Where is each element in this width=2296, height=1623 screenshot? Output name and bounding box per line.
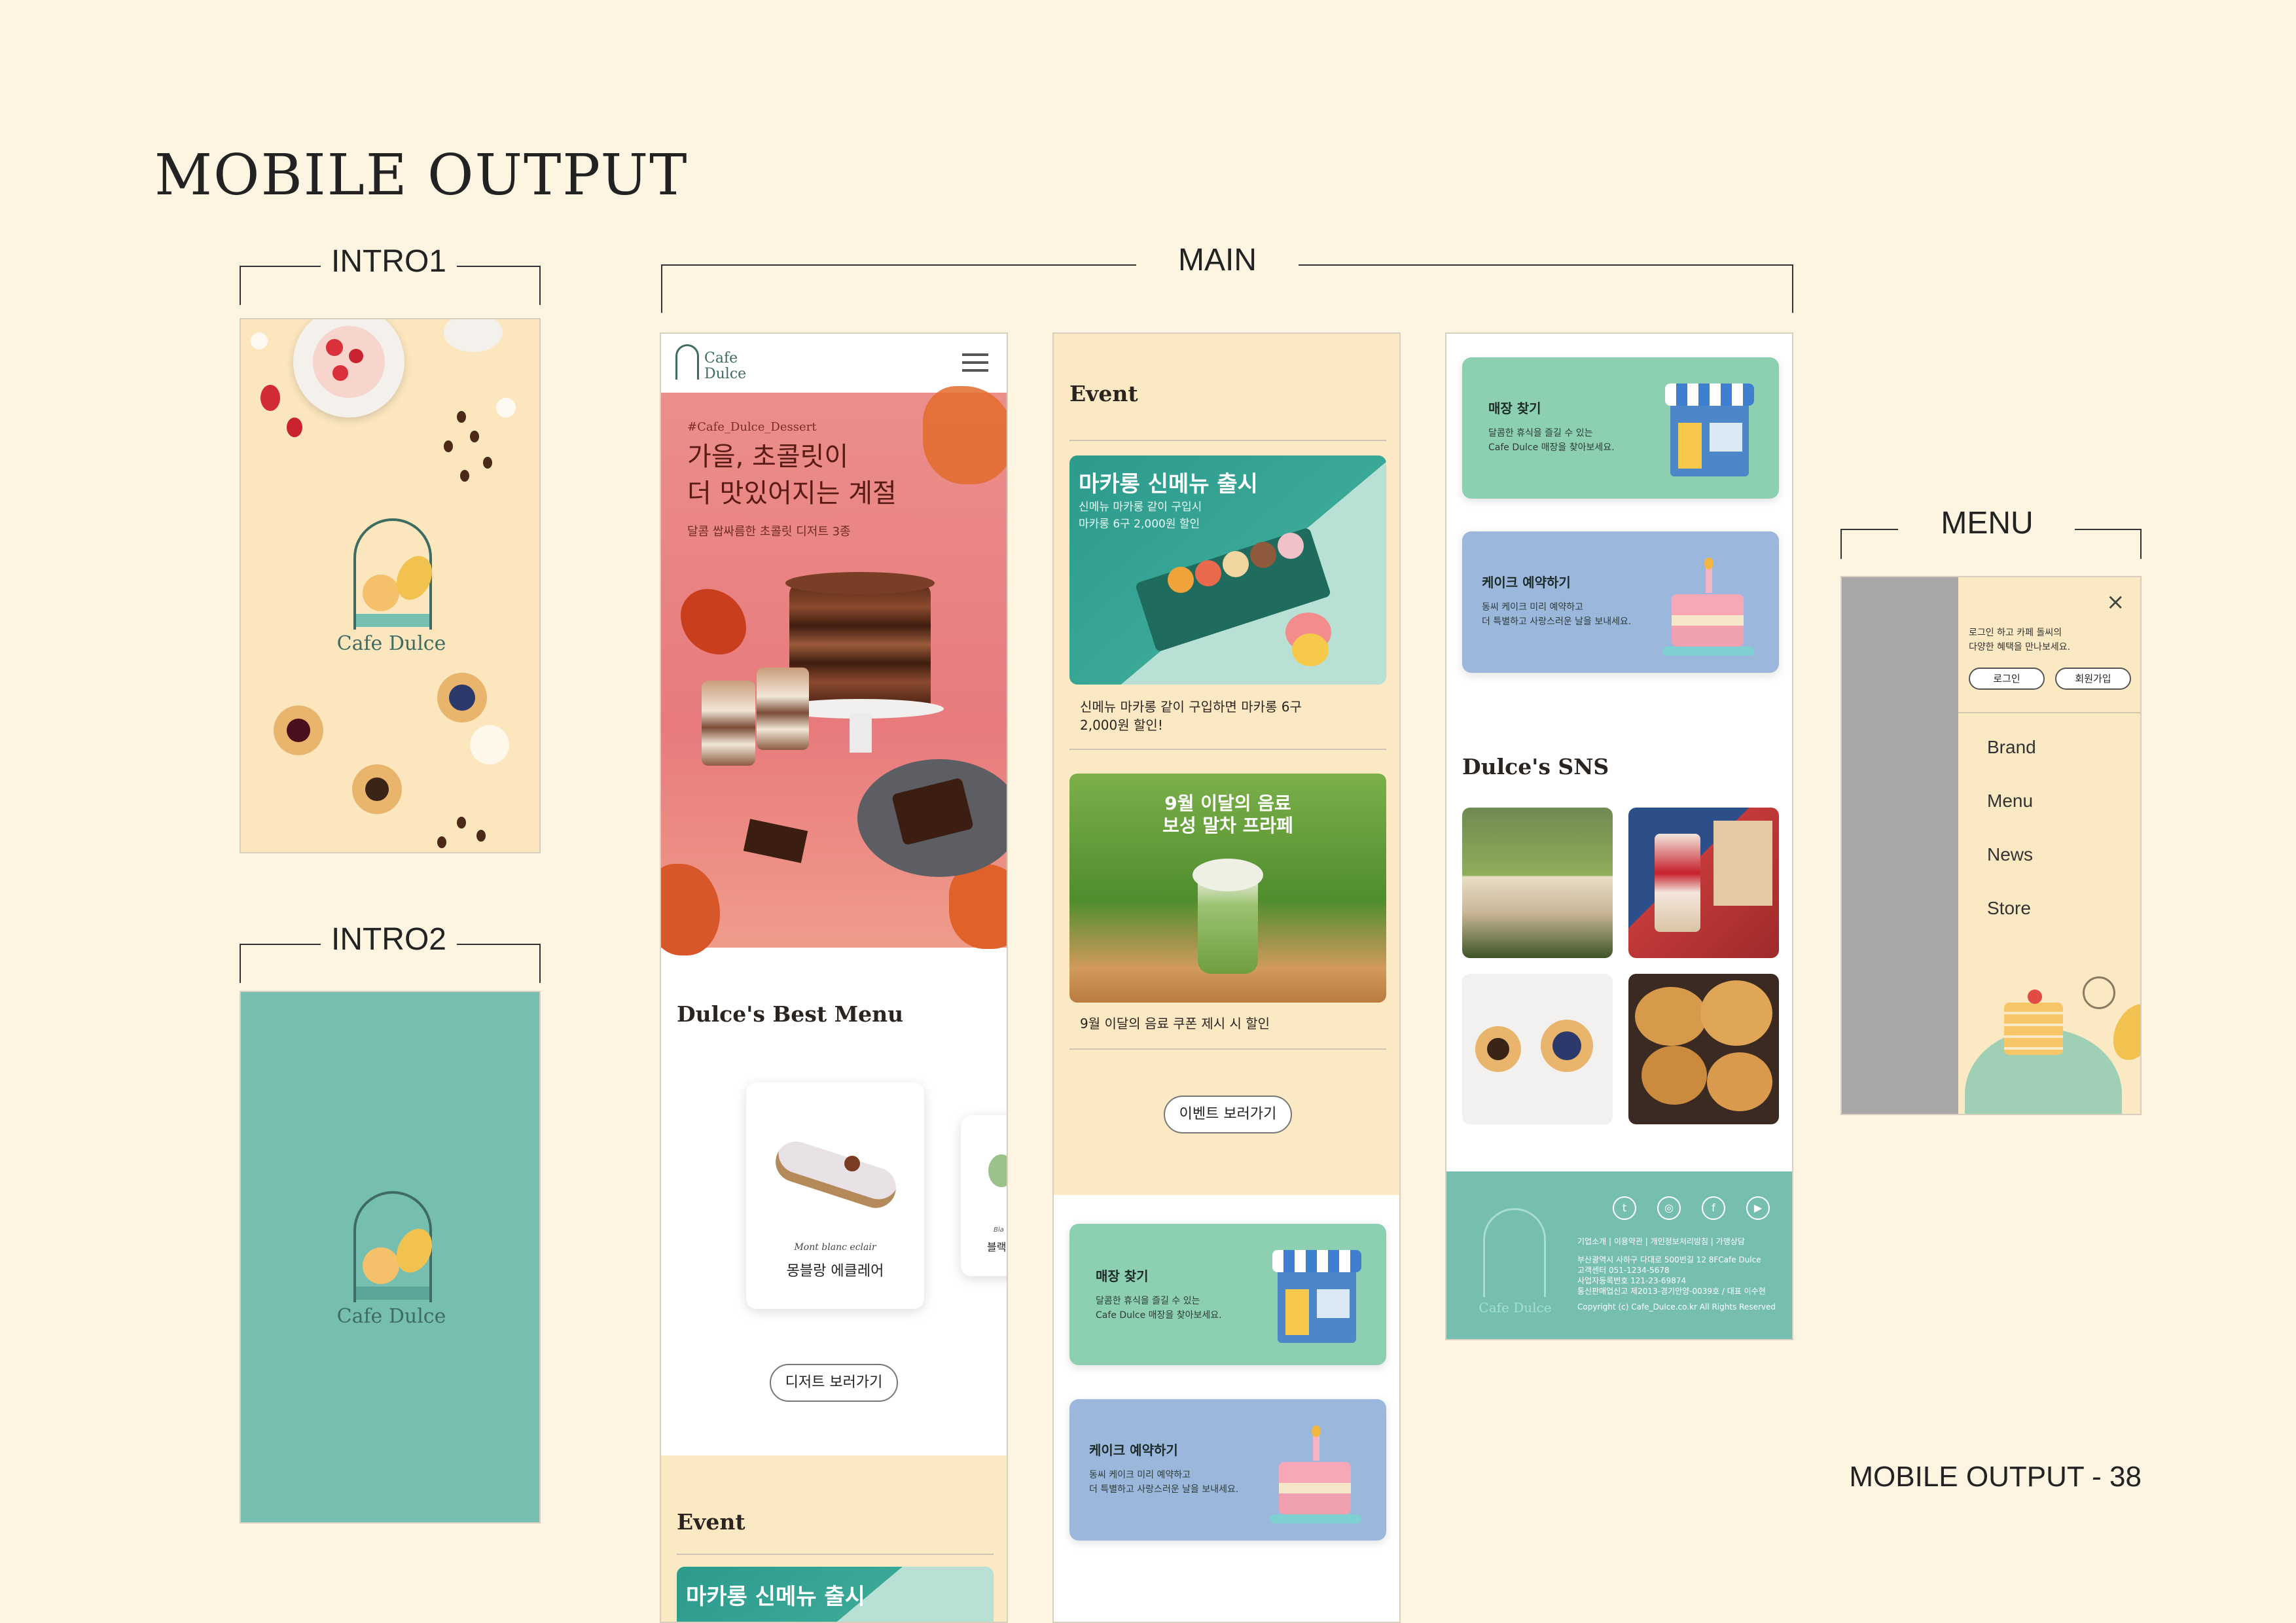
macaron-event-card[interactable]: 마카롱 신메뉴 출시 신메뉴 마카롱 같이 구입시 마카롱 6구 2,000원 … bbox=[1069, 455, 1386, 685]
menu-item-ko: 몽블랑 에클레어 bbox=[786, 1263, 884, 1279]
youtube-icon[interactable]: ▶ bbox=[1746, 1196, 1770, 1220]
store-finder-card[interactable]: 매장 찾기 달콤한 휴식을 즐길 수 있는 Cafe Dulce 매장을 찾아보… bbox=[1462, 357, 1779, 499]
tiramisu-image bbox=[702, 681, 755, 766]
menu-item-en: Mont blanc eclair bbox=[794, 1242, 876, 1253]
intro2-label: INTRO2 bbox=[331, 922, 446, 957]
eclair-image bbox=[770, 1136, 901, 1213]
hero-tag: #Cafe_Dulce_Dessert bbox=[687, 420, 817, 434]
menu-label: MENU bbox=[1941, 506, 2034, 541]
sns-photo[interactable] bbox=[1628, 974, 1779, 1124]
intro1-label: INTRO1 bbox=[331, 244, 446, 279]
intro2-screen: Cafe Dulce bbox=[240, 991, 541, 1524]
signup-button[interactable]: 회원가입 bbox=[2055, 668, 2131, 690]
maple-leaf-icon bbox=[661, 864, 720, 955]
header-logo-icon[interactable] bbox=[675, 344, 699, 380]
menu-item-brand[interactable]: Brand bbox=[1987, 737, 2036, 758]
maple-leaf-icon bbox=[681, 589, 746, 654]
login-button[interactable]: 로그인 bbox=[1969, 668, 2045, 690]
event-title: Event bbox=[677, 1509, 745, 1535]
menu-item-news[interactable]: News bbox=[1987, 844, 2033, 865]
hero-banner[interactable]: #Cafe_Dulce_Dessert 가을, 초콜릿이 더 맛있어지는 계절 … bbox=[661, 386, 1007, 955]
tiramisu-image bbox=[757, 668, 809, 750]
chocolate-cake-image bbox=[789, 582, 931, 707]
illustration-pancakes bbox=[2004, 1003, 2063, 1055]
main-label: MAIN bbox=[1178, 243, 1257, 277]
main-screen-3: 매장 찾기 달콤한 휴식을 즐길 수 있는 Cafe Dulce 매장을 찾아보… bbox=[1445, 332, 1793, 1340]
sns-photo[interactable] bbox=[1462, 808, 1613, 958]
menu-item-store[interactable]: Store bbox=[1987, 898, 2031, 919]
store-finder-card[interactable]: 매장 찾기 달콤한 휴식을 즐길 수 있는 Cafe Dulce 매장을 찾아보… bbox=[1069, 1224, 1386, 1365]
sns-photo[interactable] bbox=[1628, 808, 1779, 958]
next-menu-card[interactable]: Bla 블랙 bbox=[961, 1115, 1007, 1276]
cake-reservation-card[interactable]: 케이크 예약하기 동씨 케이크 미리 예약하고 더 특별하고 사랑스러운 날을 … bbox=[1462, 531, 1779, 673]
event-button[interactable]: 이벤트 보러가기 bbox=[1164, 1096, 1292, 1133]
cake-reservation-card[interactable]: 케이크 예약하기 동씨 케이크 미리 예약하고 더 특별하고 사랑스러운 날을 … bbox=[1069, 1399, 1386, 1541]
footer-logo-icon bbox=[1483, 1208, 1546, 1297]
twitter-icon[interactable]: t bbox=[1613, 1196, 1636, 1220]
footer-links[interactable]: 기업소개 | 이용약관 | 개인정보처리방침 | 가맹상담 bbox=[1577, 1236, 1745, 1247]
main-screen-2: Event 마카롱 신메뉴 출시 신메뉴 마카롱 같이 구입시 마카롱 6구 2… bbox=[1052, 332, 1401, 1623]
site-footer: Cafe Dulce t ◎ f ▶ 기업소개 | 이용약관 | 개인정보처리방… bbox=[1446, 1171, 1792, 1339]
main-screen-1: Cafe Dulce #Cafe_Dulce_Dessert 가을, 초콜릿이 … bbox=[660, 332, 1008, 1623]
maple-leaf-icon bbox=[949, 864, 1007, 949]
logo-wordmark: Cafe Dulce bbox=[336, 632, 446, 655]
menu-drawer: × 로그인 하고 카페 돌씨의 다양한 혜택을 만나보세요. 로그인 회원가입 … bbox=[1958, 577, 2140, 1114]
promo-title: 마카롱 신메뉴 출시 bbox=[1079, 471, 1258, 497]
hero-title-line1: 가을, 초콜릿이 bbox=[687, 442, 849, 472]
dessert-button[interactable]: 디저트 보러가기 bbox=[770, 1364, 898, 1402]
page-footer: MOBILE OUTPUT - 38 bbox=[1849, 1461, 2142, 1493]
event-preview-card[interactable]: 마카롱 신메뉴 출시 bbox=[677, 1567, 994, 1622]
best-menu-card[interactable]: Mont blanc eclair 몽블랑 에클레어 bbox=[746, 1082, 924, 1309]
page-title: MOBILE OUTPUT bbox=[154, 143, 689, 208]
sns-title: Dulce's SNS bbox=[1462, 754, 1609, 779]
facebook-icon[interactable]: f bbox=[1702, 1196, 1725, 1220]
hero-subtitle: 달콤 쌉싸름한 초콜릿 디저트 3종 bbox=[687, 525, 851, 539]
event-section: Event 마카롱 신메뉴 출시 bbox=[661, 1455, 1007, 1622]
menu-screen: × 로그인 하고 카페 돌씨의 다양한 혜택을 만나보세요. 로그인 회원가입 … bbox=[1840, 576, 2142, 1115]
birthday-cake-icon bbox=[1672, 594, 1744, 647]
maple-leaf-icon bbox=[923, 386, 1007, 484]
sns-photo[interactable] bbox=[1462, 974, 1613, 1124]
matcha-event-card[interactable]: 9월 이달의 음료 보성 말차 프라페 bbox=[1069, 774, 1386, 1003]
logo-wordmark: Cafe Dulce bbox=[336, 1305, 446, 1328]
menu-item-menu[interactable]: Menu bbox=[1987, 791, 2033, 812]
app-header: Cafe Dulce bbox=[661, 334, 1007, 393]
intro1-screen: Cafe Dulce bbox=[240, 318, 541, 853]
close-icon[interactable]: × bbox=[2106, 589, 2125, 615]
hamburger-menu-icon[interactable] bbox=[962, 353, 988, 372]
header-logo-text[interactable]: Cafe Dulce bbox=[704, 351, 757, 382]
event-title: Event bbox=[1069, 381, 1138, 406]
hero-title-line2: 더 맛있어지는 계절 bbox=[687, 478, 897, 508]
best-menu-title: Dulce's Best Menu bbox=[677, 1001, 904, 1027]
birthday-cake-icon bbox=[1279, 1462, 1351, 1514]
instagram-icon[interactable]: ◎ bbox=[1657, 1196, 1681, 1220]
